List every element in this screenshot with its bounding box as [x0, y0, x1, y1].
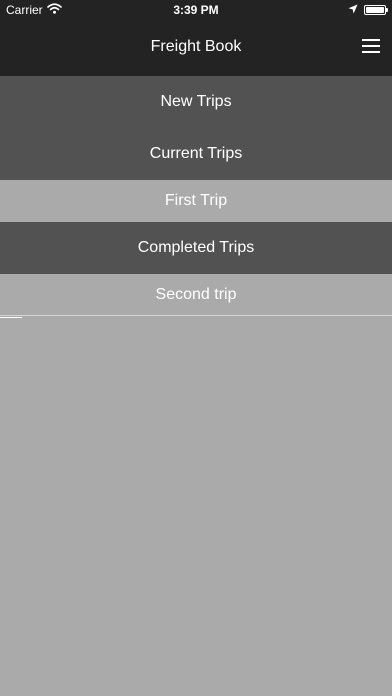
hamburger-menu-icon[interactable] — [362, 39, 380, 53]
first-trip-item[interactable]: First Trip — [0, 180, 392, 222]
second-trip-item[interactable]: Second trip — [0, 274, 392, 316]
battery-icon — [364, 5, 388, 15]
location-arrow-icon — [348, 3, 358, 17]
current-trips-item[interactable]: Current Trips — [0, 128, 392, 180]
trip-menu-list: New Trips Current Trips First Trip Compl… — [0, 76, 392, 316]
menu-line-bottom — [362, 51, 380, 53]
completed-trips-item[interactable]: Completed Trips — [0, 222, 392, 274]
page-title: Freight Book — [150, 38, 242, 55]
separator-accent — [0, 317, 22, 318]
nav-bar: Freight Book — [0, 20, 392, 76]
menu-line-middle — [362, 45, 380, 47]
status-right — [348, 3, 388, 17]
new-trips-item[interactable]: New Trips — [0, 76, 392, 128]
menu-line-top — [362, 39, 380, 41]
status-time: 3:39 PM — [173, 3, 219, 17]
top-area: Carrier 3:39 PM Freight Book — [0, 0, 392, 76]
empty-content-area — [0, 317, 392, 696]
status-bar: Carrier 3:39 PM — [0, 0, 392, 20]
